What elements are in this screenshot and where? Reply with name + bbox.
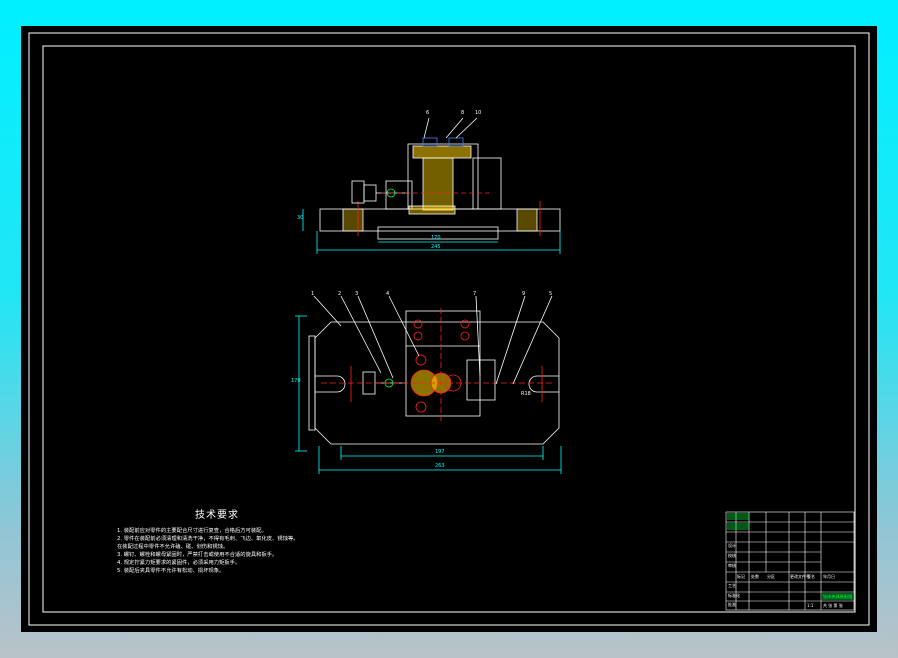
- title-block-label-check: 校核: [728, 553, 736, 558]
- front-dim-overall-width: 245: [431, 244, 441, 250]
- tech-req-item-2: 2. 零件在装配前必须清理和清洗干净，不得有毛刺、飞边、氧化皮、锈蚀等。: [117, 536, 299, 542]
- top-callout-2: 2: [338, 291, 342, 297]
- tech-req-item-2b: 在装配过程中零件不允许磕、碰、划伤和锈蚀。: [117, 544, 229, 550]
- title-block-scale: 1:1: [807, 603, 814, 608]
- front-callout-6: 6: [426, 110, 430, 116]
- title-block-sheet: 共 张 第 张: [823, 603, 843, 608]
- top-callout-7: 7: [473, 291, 477, 297]
- text-layer: 6 8 10 30 170 245 1 2 3 4 7 9 5 170 197 …: [21, 26, 877, 632]
- technical-requirements: 技术要求 1. 装配前应对零件的主要配合尺寸进行复查，合格后方可装配。 2. 零…: [117, 506, 417, 575]
- title-block-header-mark: 标记: [737, 574, 745, 579]
- title-block-header-sign: 签名: [807, 574, 815, 579]
- tech-req-item-5: 5. 装配后夹具零件不允许有松动、损坏现象。: [117, 568, 225, 574]
- tech-req-title: 技术要求: [195, 510, 239, 521]
- top-dim-height: 170: [291, 378, 301, 384]
- top-callout-3: 3: [355, 291, 359, 297]
- top-callout-9: 9: [522, 291, 526, 297]
- title-block-label-review: 审核: [728, 563, 736, 568]
- title-block-label-standard: 标准化: [728, 593, 740, 598]
- tech-req-item-4: 4. 规定拧紧力矩要求的紧固件，必须采用力矩扳手。: [117, 560, 241, 566]
- title-block-header-zone: 分区: [767, 574, 775, 579]
- top-callout-4: 4: [386, 291, 390, 297]
- tech-req-item-3: 3. 螺钉、螺栓和螺母紧固时，严禁打击或使用不合适的旋具和扳手。: [117, 552, 278, 558]
- title-block-header-count: 处数: [751, 574, 759, 579]
- drawing-sheet: 6 8 10 30 170 245 1 2 3 4 7 9 5 170 197 …: [21, 26, 877, 632]
- title-block-label-design: 设计: [728, 543, 736, 548]
- top-callout-1: 1: [311, 291, 315, 297]
- title-block-label-approve: 批准: [728, 602, 736, 607]
- title-block-label-process: 工艺: [728, 583, 736, 588]
- top-dim-inner-width: 197: [435, 449, 445, 455]
- title-block-header-date: 年月日: [823, 574, 835, 579]
- top-dim-overall-width: 263: [435, 463, 445, 469]
- front-callout-10: 10: [475, 110, 482, 116]
- front-dim-inner-width: 170: [431, 235, 441, 241]
- top-callout-5: 5: [549, 291, 553, 297]
- front-dim-height: 30: [297, 215, 304, 221]
- title-block-drawing-name: 钻床夹具装配图: [823, 594, 853, 599]
- tech-req-item-1: 1. 装配前应对零件的主要配合尺寸进行复查，合格后方可装配。: [117, 528, 267, 534]
- top-dim-slot: R18: [521, 391, 531, 397]
- front-callout-8: 8: [461, 110, 465, 116]
